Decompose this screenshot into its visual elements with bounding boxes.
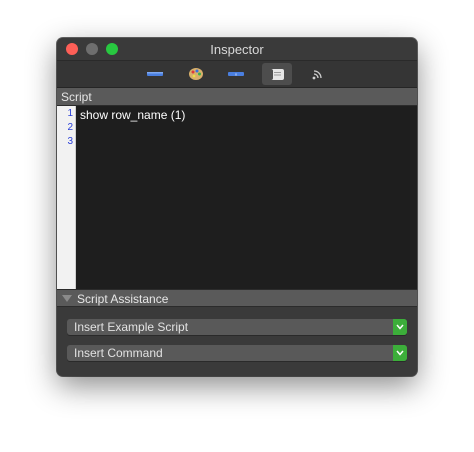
script-editor[interactable]: show row_name (1) [76,106,417,289]
window-title: Inspector [210,42,264,57]
tab-basic-properties[interactable] [140,63,170,85]
tab-script[interactable] [262,63,292,85]
custom-properties-icon: x [228,72,244,77]
popup-arrow[interactable] [393,319,407,335]
title-bar[interactable]: Inspector [57,38,417,61]
script-assistance-header[interactable]: Script Assistance [57,289,417,307]
line-number-gutter: 1 2 3 [57,106,76,289]
tab-colors[interactable] [181,63,211,85]
color-palette-icon [189,68,203,80]
popup-label: Insert Example Script [74,320,189,334]
popup-label: Insert Command [74,346,163,360]
script-section-header: Script [57,88,417,106]
script-icon [271,69,284,80]
tab-custom-properties[interactable]: x [221,63,251,85]
tab-messages[interactable] [303,63,333,85]
chevron-down-icon [396,324,404,330]
disclosure-triangle-icon[interactable] [62,295,72,302]
popup-arrow[interactable] [393,345,407,361]
script-assistance-label: Script Assistance [77,292,169,306]
inspector-window: Inspector x Script 1 2 3 show row_name (… [57,38,417,376]
line-number: 1 [67,108,73,119]
broadcast-icon [312,70,322,80]
line-number: 3 [67,136,73,147]
basic-properties-icon [147,72,163,76]
script-line[interactable]: show row_name (1) [80,108,185,122]
line-number: 2 [67,122,73,133]
svg-text:x: x [235,72,237,77]
insert-example-script-popup[interactable]: Insert Example Script [67,319,407,335]
inspector-toolbar: x [57,61,417,88]
script-assistance-panel: Insert Example Script Insert Command [57,307,417,376]
insert-command-popup[interactable]: Insert Command [67,345,407,361]
chevron-down-icon [396,350,404,356]
